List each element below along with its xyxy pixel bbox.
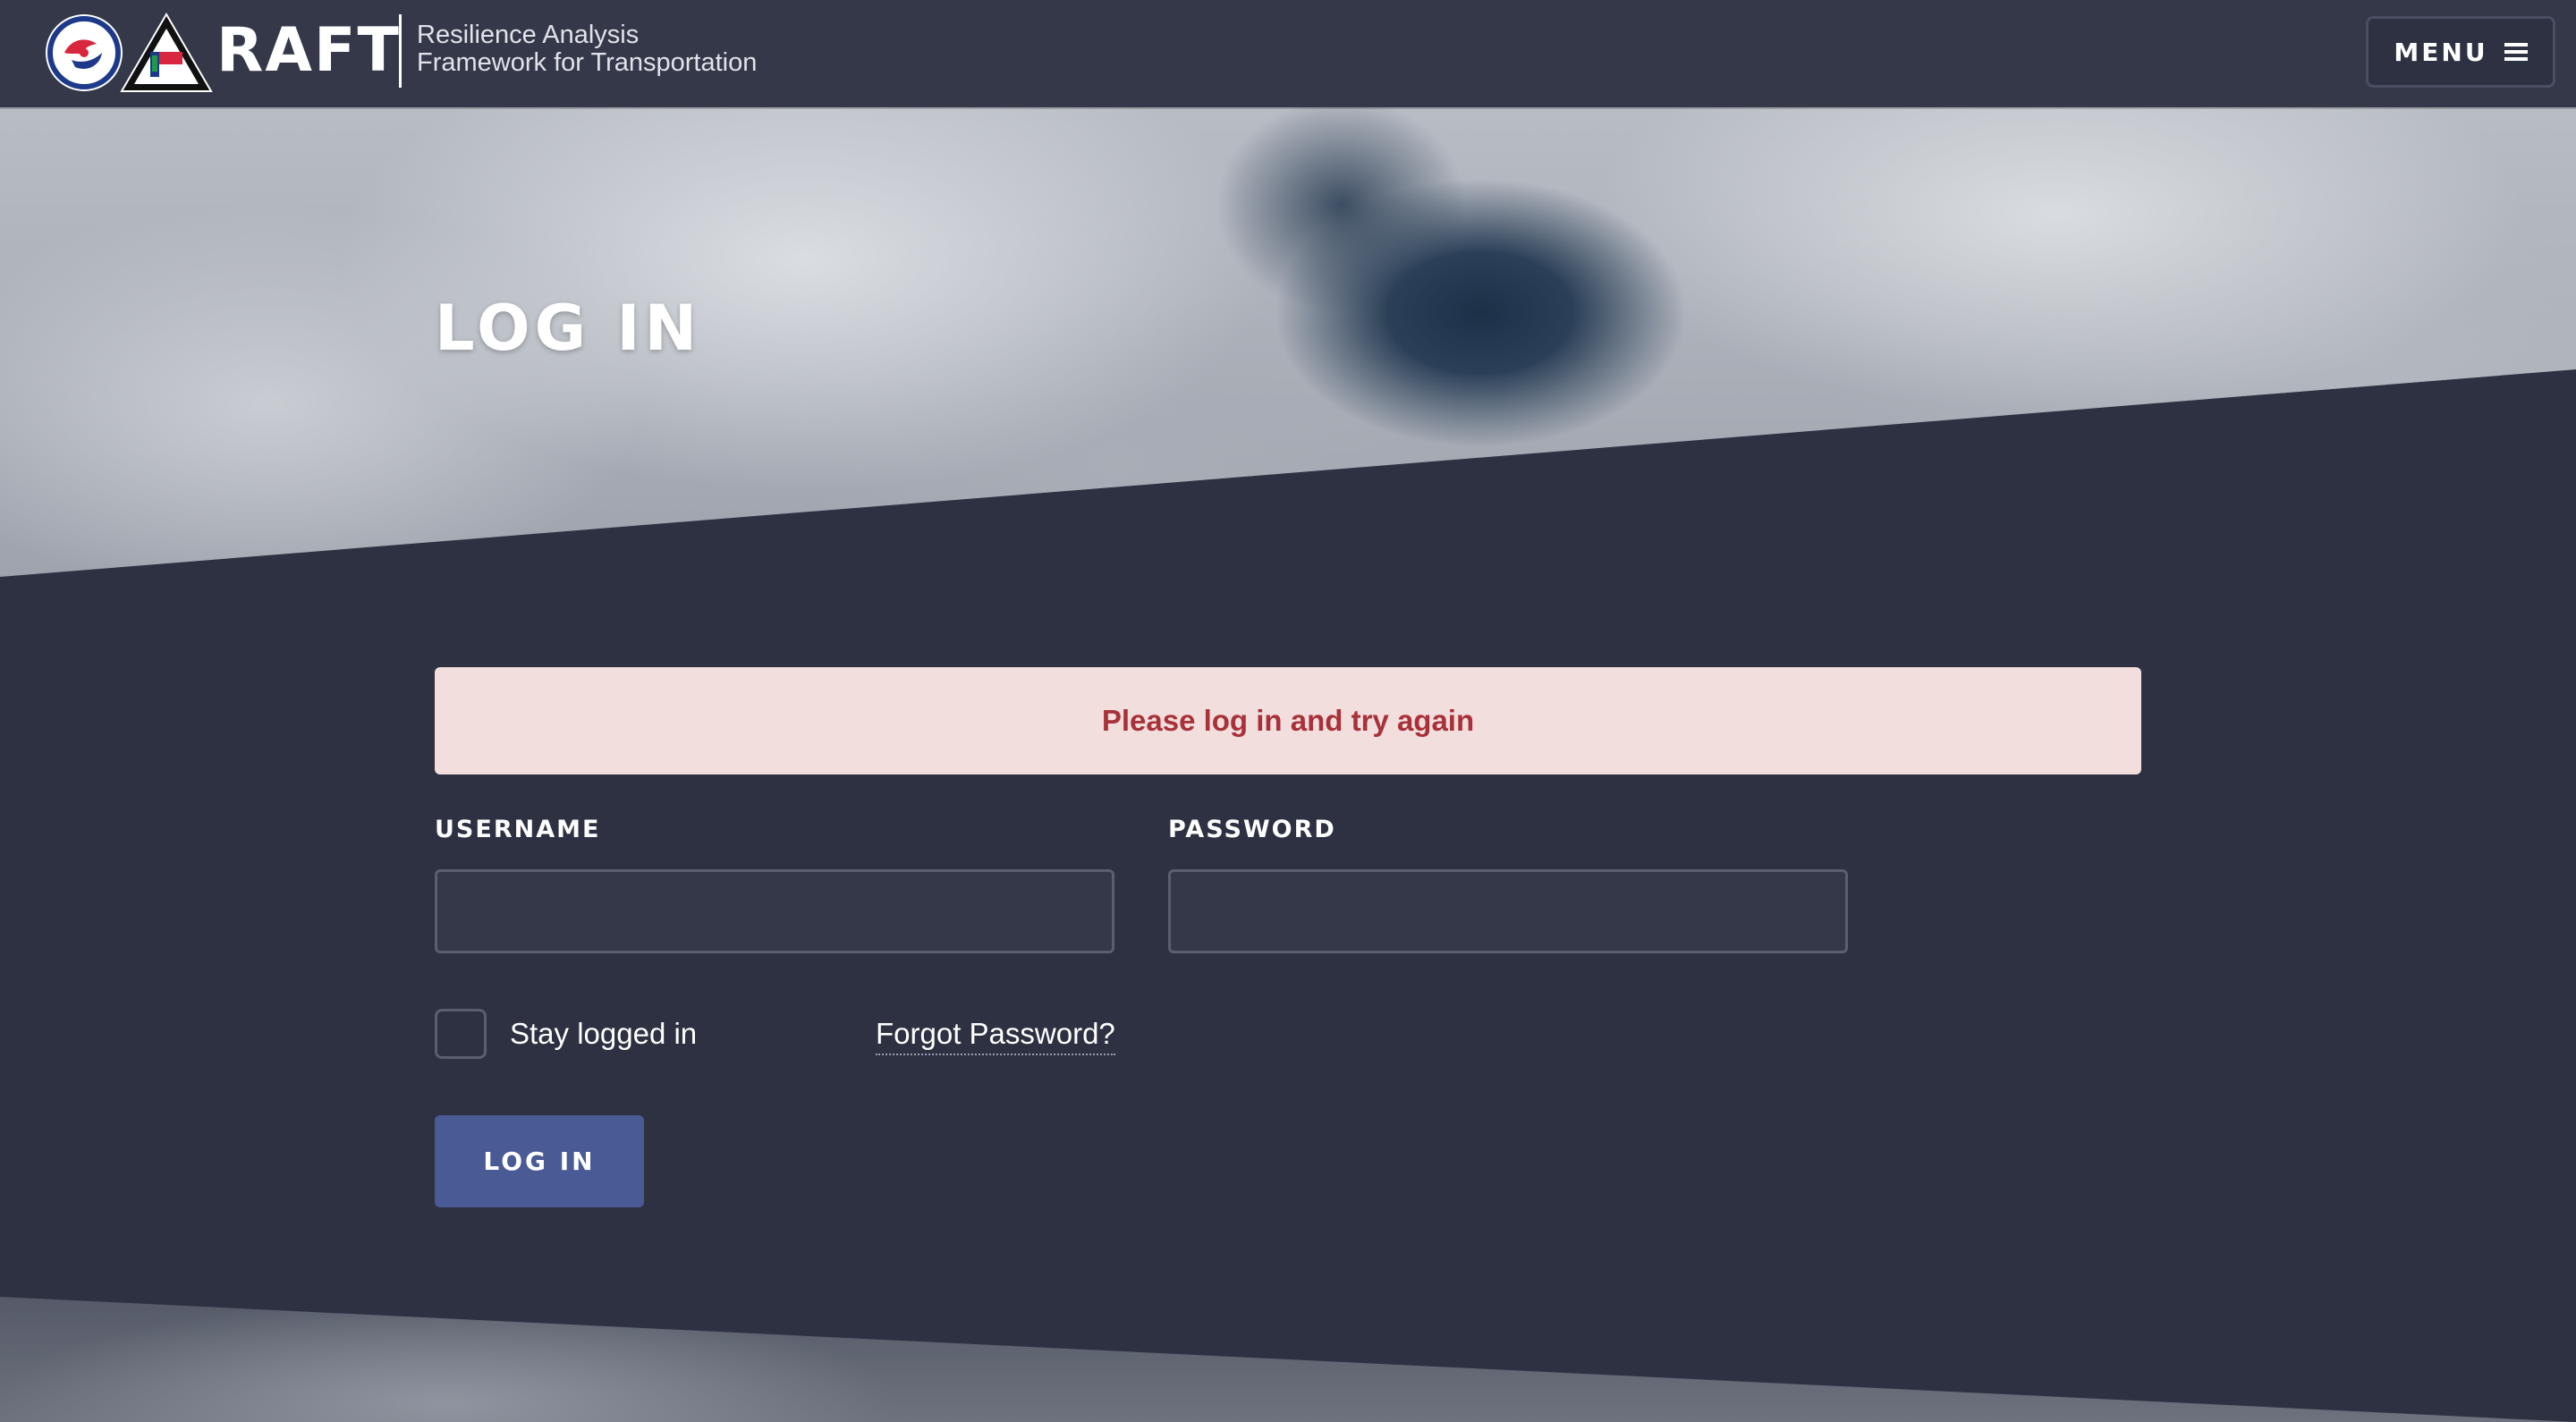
forgot-password-link[interactable]: Forgot Password? <box>876 1014 1115 1055</box>
brand-divider <box>399 14 402 88</box>
username-label: USERNAME <box>435 816 601 843</box>
stay-logged-in-label[interactable]: Stay logged in <box>510 1014 697 1054</box>
brand-tagline-line2: Framework for Transportation <box>417 48 758 77</box>
password-label: PASSWORD <box>1168 816 1336 843</box>
stay-logged-in-checkbox[interactable] <box>435 1009 487 1059</box>
menu-button[interactable]: MENU <box>2366 16 2555 88</box>
brand-tagline: Resilience Analysis Framework for Transp… <box>417 21 757 77</box>
ncdot-seal-logo[interactable] <box>45 13 123 92</box>
page-title: LOG IN <box>435 292 702 365</box>
hero-cloud-image <box>0 107 2576 577</box>
nc-emergency-triangle-logo[interactable] <box>120 13 213 93</box>
error-alert-message: Please log in and try again <box>1101 704 1475 737</box>
brand-name[interactable]: RAFT <box>216 14 401 88</box>
hamburger-icon <box>2504 43 2528 61</box>
username-input[interactable] <box>435 869 1114 953</box>
brand-tagline-line1: Resilience Analysis <box>417 21 640 49</box>
login-button[interactable]: LOG IN <box>435 1115 644 1207</box>
password-input[interactable] <box>1168 869 1848 953</box>
menu-label: MENU <box>2394 37 2488 67</box>
footer-cloud-band <box>0 1297 2576 1422</box>
error-alert: Please log in and try again <box>435 667 2141 774</box>
top-header: RAFT Resilience Analysis Framework for T… <box>0 0 2576 107</box>
